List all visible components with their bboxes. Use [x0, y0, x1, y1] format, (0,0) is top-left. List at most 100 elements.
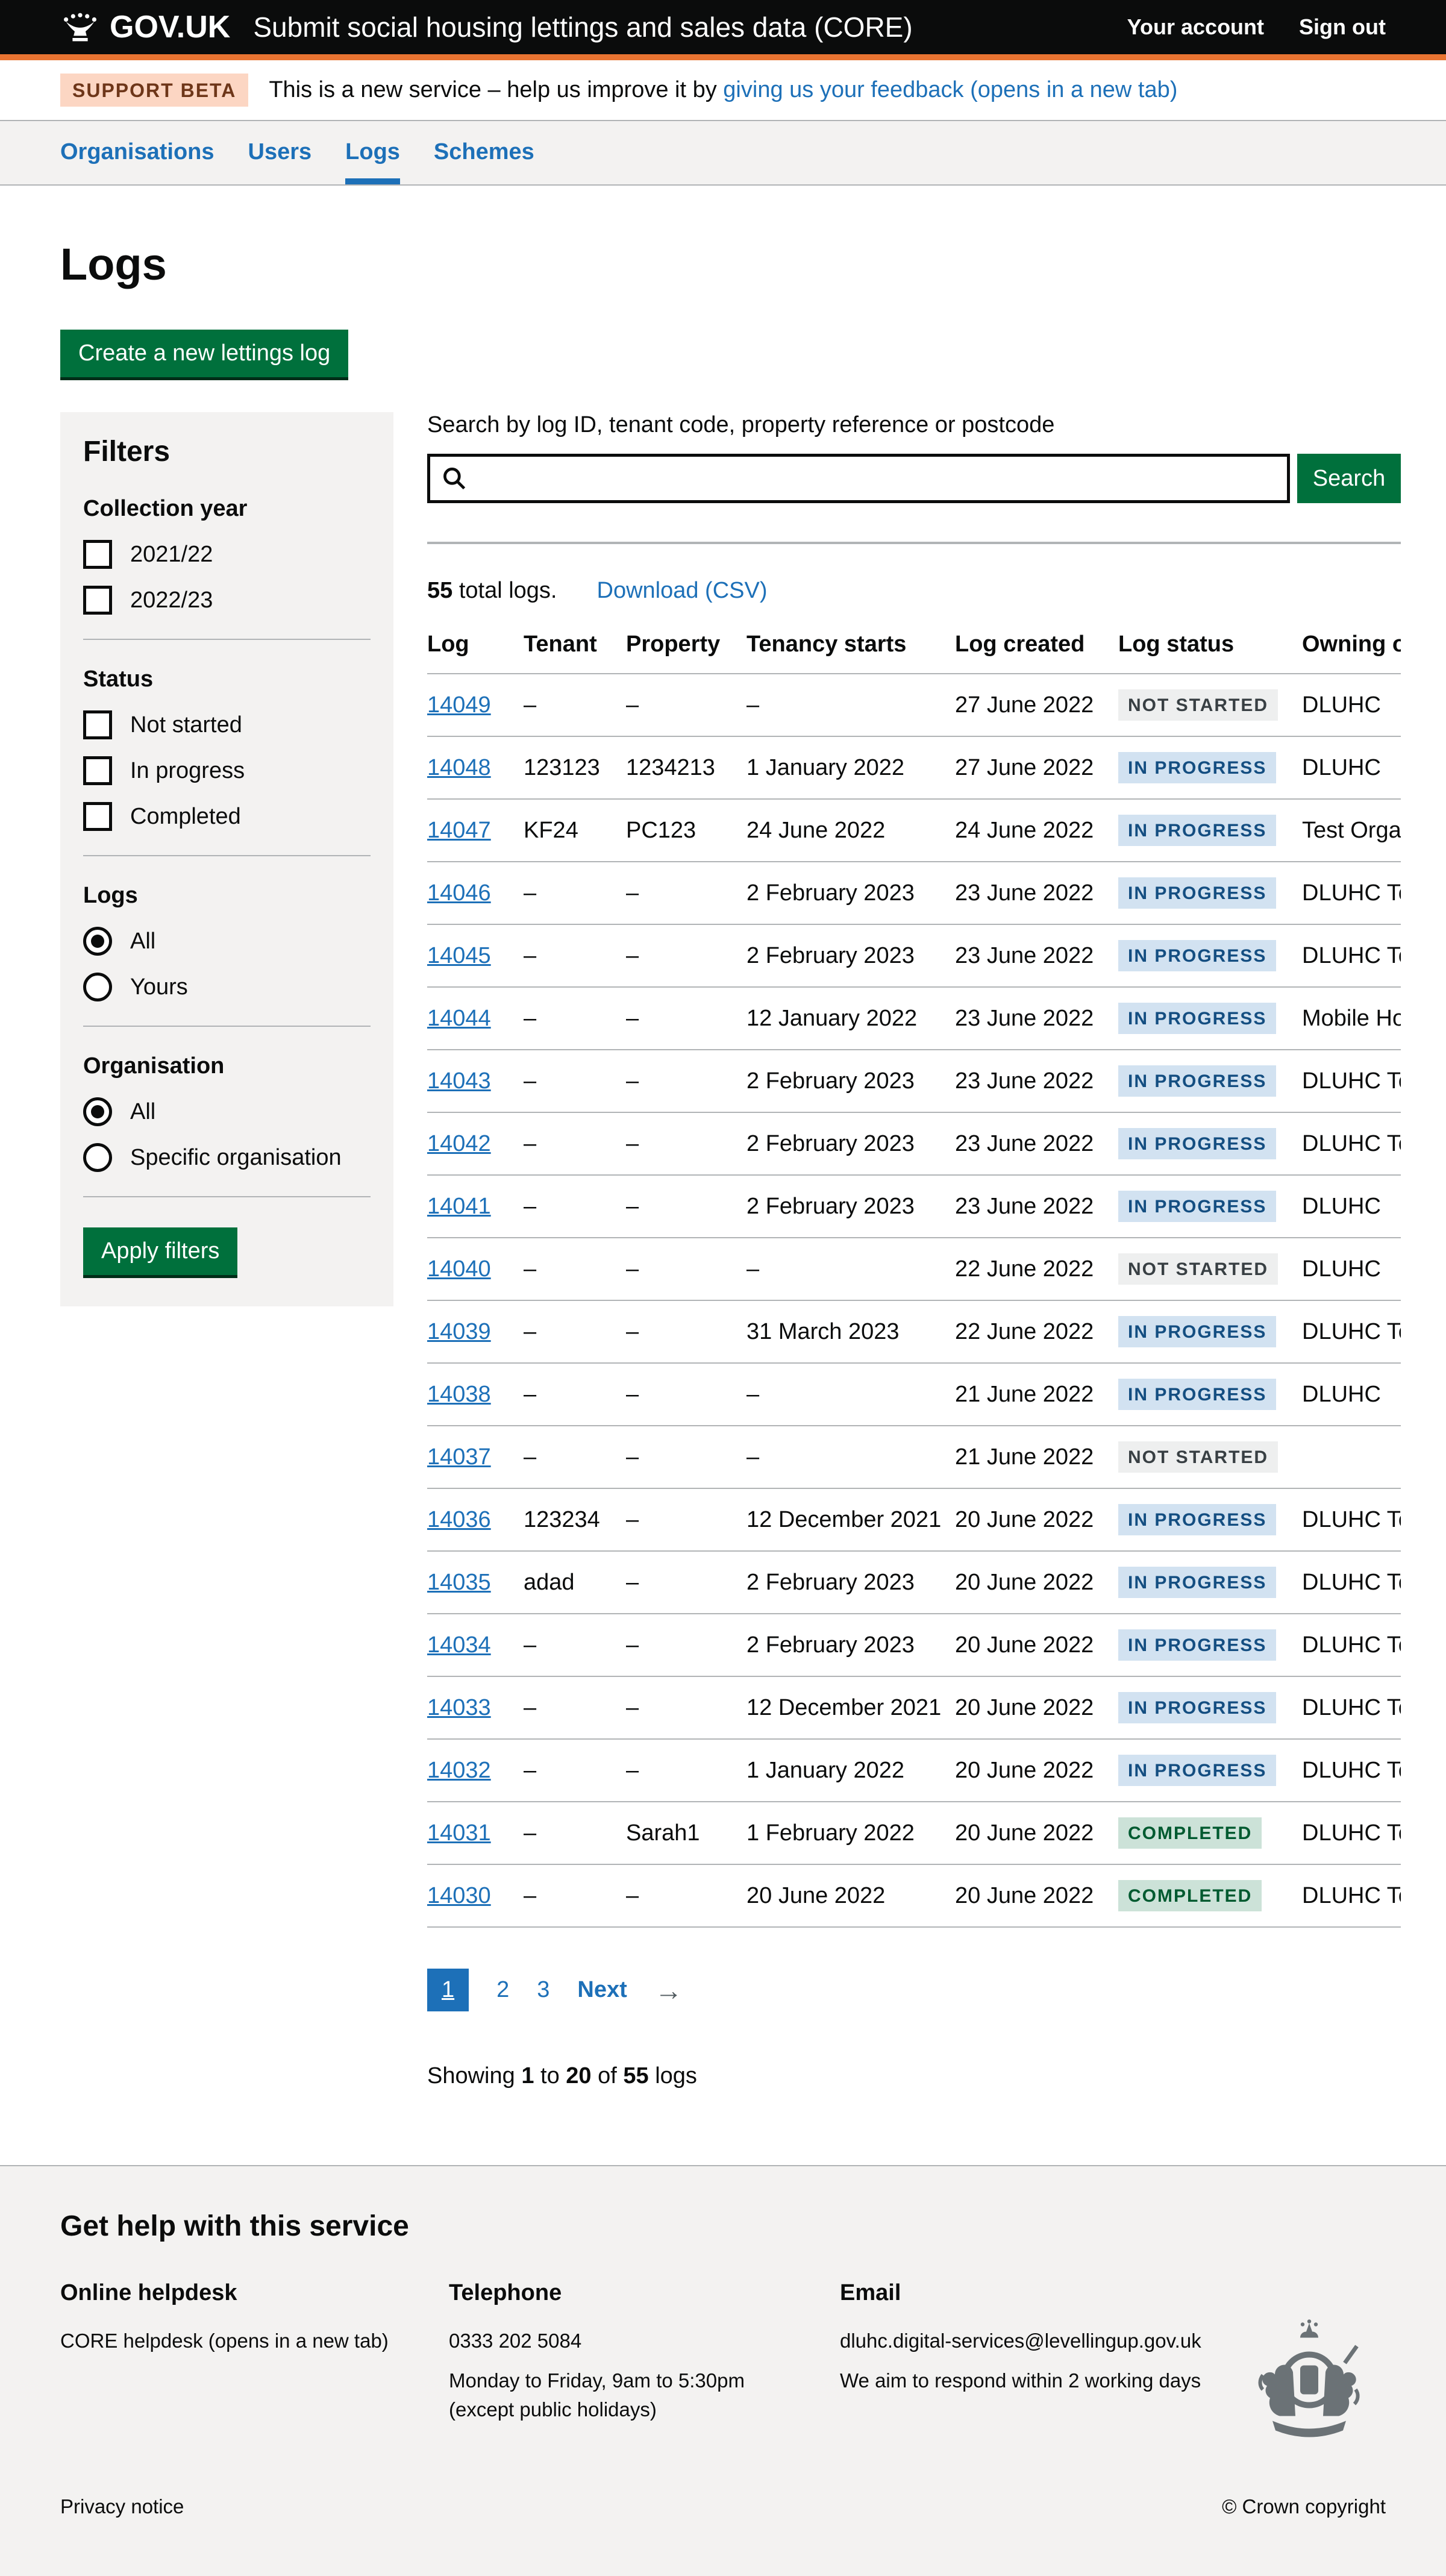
nav-item-logs: Logs [345, 121, 400, 184]
telephone-hours-line1: Monday to Friday, 9am to 5:30pm [449, 2369, 745, 2392]
log-id-cell: 14031 [427, 1802, 524, 1864]
log-link-14040[interactable]: 14040 [427, 1256, 491, 1282]
sign-out-link[interactable]: Sign out [1299, 14, 1386, 40]
pagination-current-page[interactable]: 1 [427, 1969, 469, 2011]
table-row-14041: 14041––2 February 202323 June 2022IN PRO… [427, 1175, 1401, 1238]
nav-link-organisations[interactable]: Organisations [60, 121, 214, 184]
log-status-cell: IN PROGRESS [1118, 1050, 1302, 1112]
radio-yours[interactable] [83, 973, 112, 1001]
status-tag: IN PROGRESS [1118, 815, 1276, 846]
tenant-cell: – [524, 924, 626, 987]
pagination-page-link-3[interactable]: 3 [537, 1977, 549, 2003]
tenancy-starts-cell: 12 December 2021 [746, 1676, 955, 1739]
log-created-cell: 20 June 2022 [955, 1739, 1118, 1802]
pagination-pages: 23 [496, 1977, 549, 2003]
log-link-14045[interactable]: 14045 [427, 943, 491, 968]
log-link-14049[interactable]: 14049 [427, 692, 491, 718]
govuk-logo[interactable]: GOV.UK [60, 9, 230, 45]
log-status-cell: IN PROGRESS [1118, 1739, 1302, 1802]
owning-organisation-cell: DLUHC [1302, 1175, 1401, 1238]
tenant-cell: – [524, 1175, 626, 1238]
log-link-14047[interactable]: 14047 [427, 818, 491, 843]
nav-link-users[interactable]: Users [248, 121, 312, 184]
log-status-cell: IN PROGRESS [1118, 1551, 1302, 1614]
log-link-14036[interactable]: 14036 [427, 1507, 491, 1532]
log-id-cell: 14035 [427, 1551, 524, 1614]
privacy-notice-link[interactable]: Privacy notice [60, 2495, 184, 2518]
table-row-14032: 14032––1 January 202220 June 2022IN PROG… [427, 1739, 1401, 1802]
log-link-14043[interactable]: 14043 [427, 1068, 491, 1094]
log-status-cell: COMPLETED [1118, 1802, 1302, 1864]
crown-copyright-link[interactable]: © Crown copyright [1222, 2495, 1386, 2518]
status-tag: COMPLETED [1118, 1880, 1262, 1911]
service-name-link[interactable]: Submit social housing lettings and sales… [253, 11, 912, 43]
log-status-cell: IN PROGRESS [1118, 1488, 1302, 1551]
filter-option-label: In progress [130, 758, 245, 784]
search-button[interactable]: Search [1297, 454, 1401, 503]
tenancy-starts-cell: 31 March 2023 [746, 1300, 955, 1363]
filter-group-legend: Collection year [83, 496, 371, 522]
radio-all[interactable] [83, 1097, 112, 1126]
email-link[interactable]: dluhc.digital-services@levellingup.gov.u… [840, 2327, 1201, 2355]
table-row-14044: 14044––12 January 202223 June 2022IN PRO… [427, 987, 1401, 1050]
filter-option-in-progress: In progress [83, 756, 371, 785]
checkbox-2022-23[interactable] [83, 586, 112, 615]
pagination-next-link[interactable]: Next [577, 1977, 627, 2003]
nav-link-schemes[interactable]: Schemes [434, 121, 534, 184]
table-row-14034: 14034––2 February 202320 June 2022IN PRO… [427, 1614, 1401, 1676]
nav-link-logs[interactable]: Logs [345, 121, 400, 184]
log-link-14048[interactable]: 14048 [427, 755, 491, 780]
status-tag: IN PROGRESS [1118, 1504, 1276, 1535]
log-link-14038[interactable]: 14038 [427, 1382, 491, 1407]
log-link-14035[interactable]: 14035 [427, 1570, 491, 1595]
property-cell: – [626, 1864, 746, 1927]
search-input[interactable] [476, 465, 1276, 492]
log-link-14042[interactable]: 14042 [427, 1131, 491, 1156]
radio-all[interactable] [83, 927, 112, 956]
log-created-cell: 20 June 2022 [955, 1488, 1118, 1551]
log-id-cell: 14046 [427, 862, 524, 924]
log-link-14044[interactable]: 14044 [427, 1006, 491, 1031]
status-tag: IN PROGRESS [1118, 1379, 1276, 1410]
helpdesk-heading: Online helpdesk [60, 2280, 449, 2306]
log-link-14032[interactable]: 14032 [427, 1758, 491, 1783]
pagination-page-link-2[interactable]: 2 [496, 1977, 509, 2003]
property-cell: – [626, 1050, 746, 1112]
download-csv-link[interactable]: Download (CSV) [597, 578, 768, 604]
telephone-hours-line2: (except public holidays) [449, 2398, 657, 2421]
header-account-nav: Your account Sign out [1127, 14, 1386, 40]
table-row-14042: 14042––2 February 202323 June 2022IN PRO… [427, 1112, 1401, 1175]
log-link-14031[interactable]: 14031 [427, 1820, 491, 1846]
log-link-14034[interactable]: 14034 [427, 1632, 491, 1658]
create-lettings-log-button[interactable]: Create a new lettings log [60, 330, 348, 377]
tenancy-starts-cell: 2 February 2023 [746, 1551, 955, 1614]
checkbox-2021-22[interactable] [83, 540, 112, 569]
tenancy-starts-cell: 2 February 2023 [746, 1614, 955, 1676]
tenant-cell: 123234 [524, 1488, 626, 1551]
owning-organisation-cell: DLUHC Test Organisation [1302, 1050, 1401, 1112]
log-status-cell: COMPLETED [1118, 1864, 1302, 1927]
log-link-14039[interactable]: 14039 [427, 1319, 491, 1344]
table-row-14047: 14047KF24PC12324 June 202224 June 2022IN… [427, 799, 1401, 862]
log-link-14046[interactable]: 14046 [427, 880, 491, 906]
table-row-14036: 14036123234–12 December 202120 June 2022… [427, 1488, 1401, 1551]
core-helpdesk-link[interactable]: CORE helpdesk (opens in a new tab) [60, 2327, 389, 2355]
checkbox-not-started[interactable] [83, 710, 112, 739]
feedback-link[interactable]: giving us your feedback (opens in a new … [723, 77, 1177, 102]
status-tag: IN PROGRESS [1118, 1003, 1276, 1034]
your-account-link[interactable]: Your account [1127, 14, 1264, 40]
tenancy-starts-cell: – [746, 1363, 955, 1426]
apply-filters-button[interactable]: Apply filters [83, 1227, 237, 1275]
log-link-14033[interactable]: 14033 [427, 1695, 491, 1720]
log-link-14030[interactable]: 14030 [427, 1883, 491, 1908]
radio-specific-organisation[interactable] [83, 1143, 112, 1172]
owning-organisation-cell: DLUHC [1302, 1363, 1401, 1426]
log-link-14037[interactable]: 14037 [427, 1444, 491, 1470]
log-id-cell: 14040 [427, 1238, 524, 1300]
tenant-cell: – [524, 1802, 626, 1864]
log-link-14041[interactable]: 14041 [427, 1194, 491, 1219]
status-tag: NOT STARTED [1118, 689, 1278, 721]
checkbox-completed[interactable] [83, 802, 112, 831]
tenancy-starts-cell: 1 January 2022 [746, 1739, 955, 1802]
checkbox-in-progress[interactable] [83, 756, 112, 785]
